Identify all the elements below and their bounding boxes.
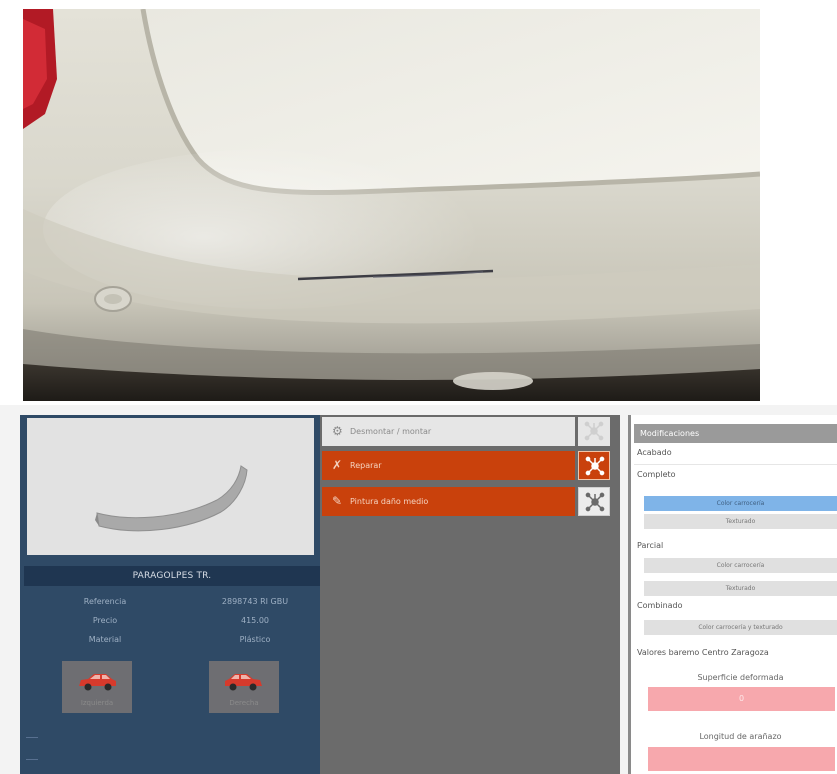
rear-bumper-icon [95, 465, 248, 532]
operation-label: Pintura daño medio [350, 497, 429, 506]
completo-texturado-button[interactable]: Texturado [644, 514, 837, 529]
info-value: Plástico [239, 635, 271, 644]
part-info-panel: PARAGOLPES TR. Referencia 2898743 RI GBU… [20, 415, 320, 774]
operation-label: Desmontar / montar [350, 427, 432, 436]
longitud-input[interactable] [648, 747, 835, 771]
side-right-label: Derecha [229, 699, 259, 707]
completo-color-carroceria-button[interactable]: Color carrocería [644, 496, 837, 511]
operation-reparar[interactable]: ✗ Reparar [322, 451, 575, 480]
damage-photo [23, 9, 760, 401]
divider [26, 759, 38, 760]
info-key: Material [88, 635, 122, 644]
parcial-label: Parcial [637, 541, 664, 550]
operation-pintura[interactable]: ✎ Pintura daño medio [322, 487, 575, 516]
operation-toggle-1[interactable] [578, 417, 610, 446]
part-thumbnail [27, 418, 314, 555]
spray-gun-icon: ✎ [332, 494, 343, 508]
gears-icon: ⚙ [332, 424, 343, 438]
divider [26, 737, 38, 738]
bumper-scratch-photo [23, 9, 760, 401]
operations-panel: ⚙ Desmontar / montar ✗ Reparar ✎ Pintura… [320, 415, 620, 774]
combinado-button[interactable]: Color carrocería y texturado [644, 620, 837, 635]
divider [634, 464, 837, 465]
info-value: 2898743 RI GBU [221, 597, 289, 606]
info-row-material: Material Plástico [20, 635, 320, 649]
network-icon [584, 421, 604, 441]
info-key: Precio [92, 616, 118, 625]
modifications-panel: Modificaciones Acabado Completo Color ca… [628, 415, 837, 774]
info-row-referencia: Referencia 2898743 RI GBU [20, 597, 320, 611]
parcial-texturado-button[interactable]: Texturado [644, 581, 837, 596]
info-value: 415.00 [241, 616, 269, 625]
parcial-color-carroceria-button[interactable]: Color carrocería [644, 558, 837, 573]
modifications-header: Modificaciones [634, 424, 837, 443]
side-left-button[interactable]: Izquierda [62, 661, 132, 713]
info-key: Referencia [83, 597, 127, 606]
info-row-precio: Precio 415.00 [20, 616, 320, 630]
network-icon [585, 492, 605, 512]
network-icon [585, 456, 605, 476]
car-left-icon [79, 674, 116, 691]
operation-desmontar-montar[interactable]: ⚙ Desmontar / montar [322, 417, 575, 446]
acabado-label: Acabado [637, 448, 672, 457]
completo-label: Completo [637, 470, 676, 479]
longitud-label: Longitud de arañazo [699, 732, 782, 741]
valores-label: Valores baremo Centro Zaragoza [637, 648, 769, 657]
valuation-app: PARAGOLPES TR. Referencia 2898743 RI GBU… [0, 405, 837, 774]
tools-icon: ✗ [332, 458, 343, 472]
superficie-label: Superficie deformada [697, 673, 784, 682]
operation-toggle-3[interactable] [578, 487, 610, 516]
superficie-input[interactable]: 0 [648, 687, 835, 711]
side-right-button[interactable]: Derecha [209, 661, 279, 713]
car-right-icon [225, 674, 262, 691]
part-title: PARAGOLPES TR. [24, 566, 320, 586]
operation-label: Reparar [350, 461, 382, 470]
combinado-label: Combinado [637, 601, 683, 610]
side-left-label: Izquierda [80, 699, 114, 707]
operation-toggle-2[interactable] [578, 451, 610, 480]
